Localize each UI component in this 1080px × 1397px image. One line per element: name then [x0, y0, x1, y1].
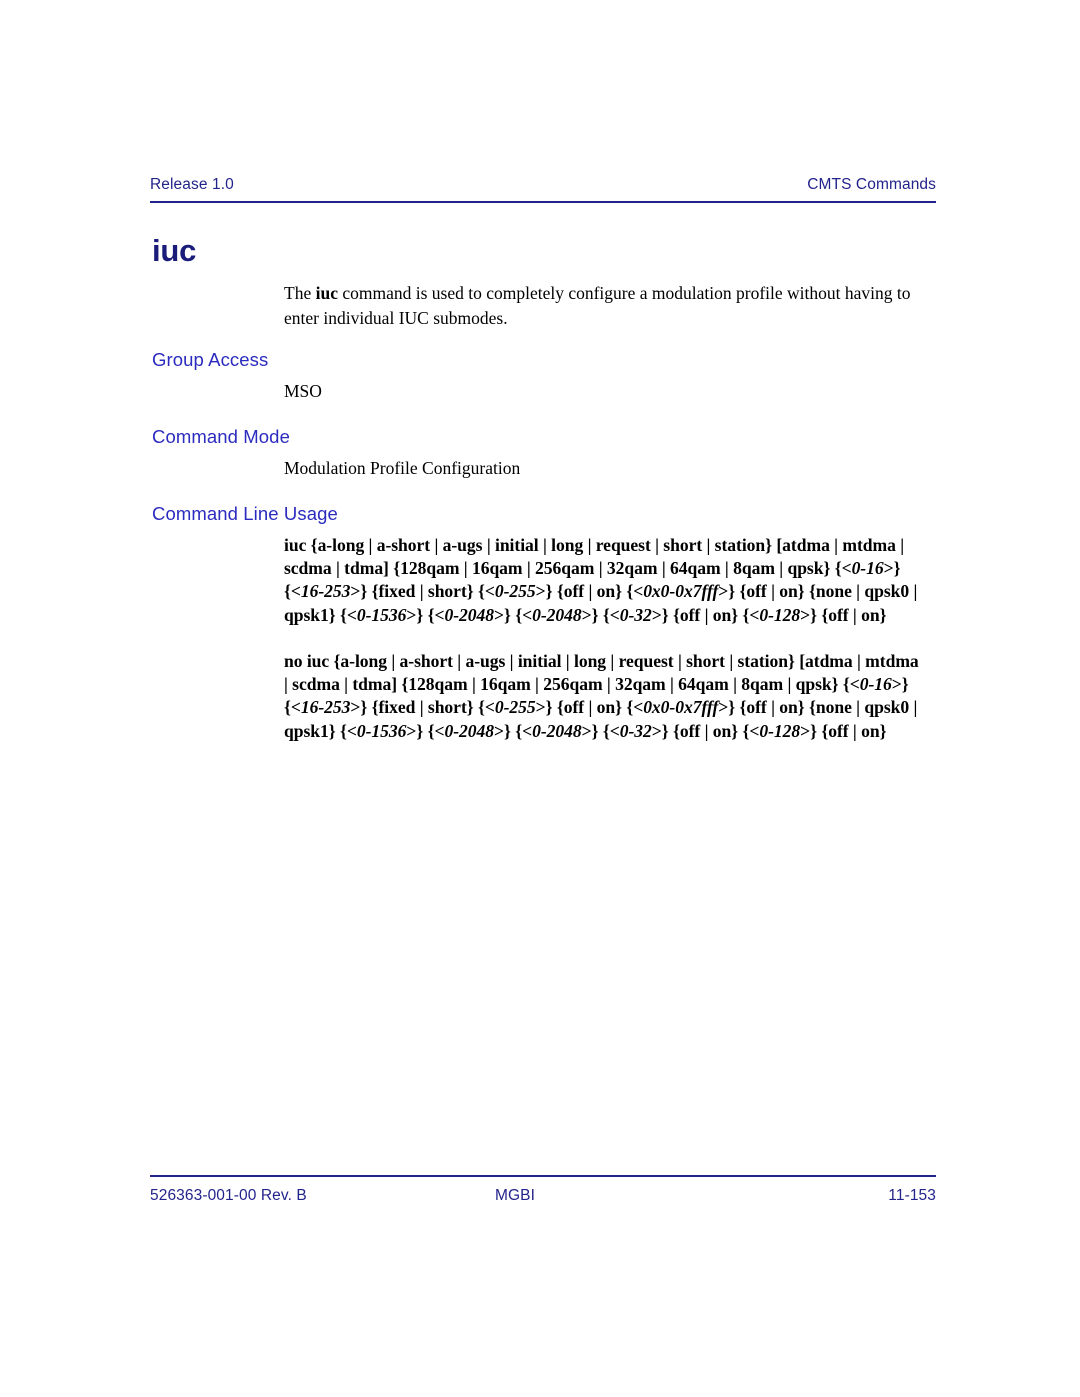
usage-variable: 0-16 [859, 674, 892, 695]
footer-page-number: 11-153 [888, 1187, 936, 1204]
usage-syntax-form-2: no iuc {a-long | a-short | a-ugs | initi… [284, 650, 924, 743]
footer-document-number: 526363-001-00 Rev. B [150, 1187, 307, 1204]
usage-literal: >} {off | on} [800, 720, 887, 741]
usage-variable: 0-255 [494, 581, 536, 602]
page-title: iuc [152, 233, 197, 268]
command-description: The iuc command is used to completely co… [284, 281, 914, 330]
running-header-right: CMTS Commands [807, 176, 936, 193]
usage-variable: 0-2048 [444, 604, 495, 625]
usage-variable: 0-32 [619, 604, 652, 625]
usage-variable: 0x0-0x7fff [643, 697, 719, 718]
usage-variable: 16-253 [300, 697, 351, 718]
running-header: Release 1.0 CMTS Commands [150, 176, 936, 194]
usage-literal: >} {off | on} {< [535, 581, 644, 602]
usage-literal: >} {< [494, 720, 533, 741]
document-page: Release 1.0 CMTS Commands iuc The iuc co… [0, 0, 1080, 1397]
usage-variable: 0-255 [494, 697, 536, 718]
usage-variable: 0-2048 [444, 720, 495, 741]
group-access-value: MSO [284, 381, 322, 401]
usage-variable: 16-253 [300, 581, 351, 602]
usage-variable: 0-16 [851, 558, 884, 579]
footer-company: MGBI [495, 1187, 536, 1204]
usage-variable: 0-2048 [532, 604, 582, 625]
usage-literal: >} {< [494, 604, 533, 625]
usage-variable: 0-1536 [356, 604, 407, 625]
usage-variable: 0-2048 [532, 720, 582, 741]
footer-divider-rule [150, 1175, 936, 1177]
usage-variable: 0-128 [759, 604, 801, 625]
usage-variable: 0-128 [759, 720, 801, 741]
section-heading-command-line-usage: Command Line Usage [152, 503, 338, 524]
usage-literal: >} {off | on} [800, 604, 887, 625]
usage-variable: 0-32 [619, 720, 652, 741]
description-text-pre: The [284, 283, 316, 303]
usage-literal: iuc {a-long | a-short | a-ugs | initial … [284, 535, 905, 579]
usage-variable: 0x0-0x7fff [643, 581, 719, 602]
command-mode-value: Modulation Profile Configuration [284, 458, 521, 478]
usage-literal: no iuc {a-long | a-short | a-ugs | initi… [284, 651, 919, 695]
usage-literal: >} {< [406, 604, 445, 625]
usage-literal: >} {fixed | short} {< [350, 697, 495, 718]
header-divider-rule [150, 201, 936, 203]
running-header-left: Release 1.0 [150, 176, 234, 193]
usage-literal: >} {off | on} {< [651, 720, 760, 741]
description-command-name: iuc [315, 283, 338, 303]
usage-literal: >} {< [581, 720, 620, 741]
section-heading-group-access: Group Access [152, 349, 269, 370]
section-heading-command-mode: Command Mode [152, 426, 290, 447]
description-text-post: command is used to completely configure … [284, 283, 911, 328]
usage-syntax-form-1: iuc {a-long | a-short | a-ugs | initial … [284, 534, 924, 627]
usage-literal: >} {fixed | short} {< [350, 581, 495, 602]
usage-literal: >} {< [581, 604, 620, 625]
usage-literal: >} {off | on} {< [651, 604, 760, 625]
usage-variable: 0-1536 [356, 720, 407, 741]
usage-literal: >} {off | on} {< [535, 697, 644, 718]
usage-literal: >} {< [406, 720, 445, 741]
